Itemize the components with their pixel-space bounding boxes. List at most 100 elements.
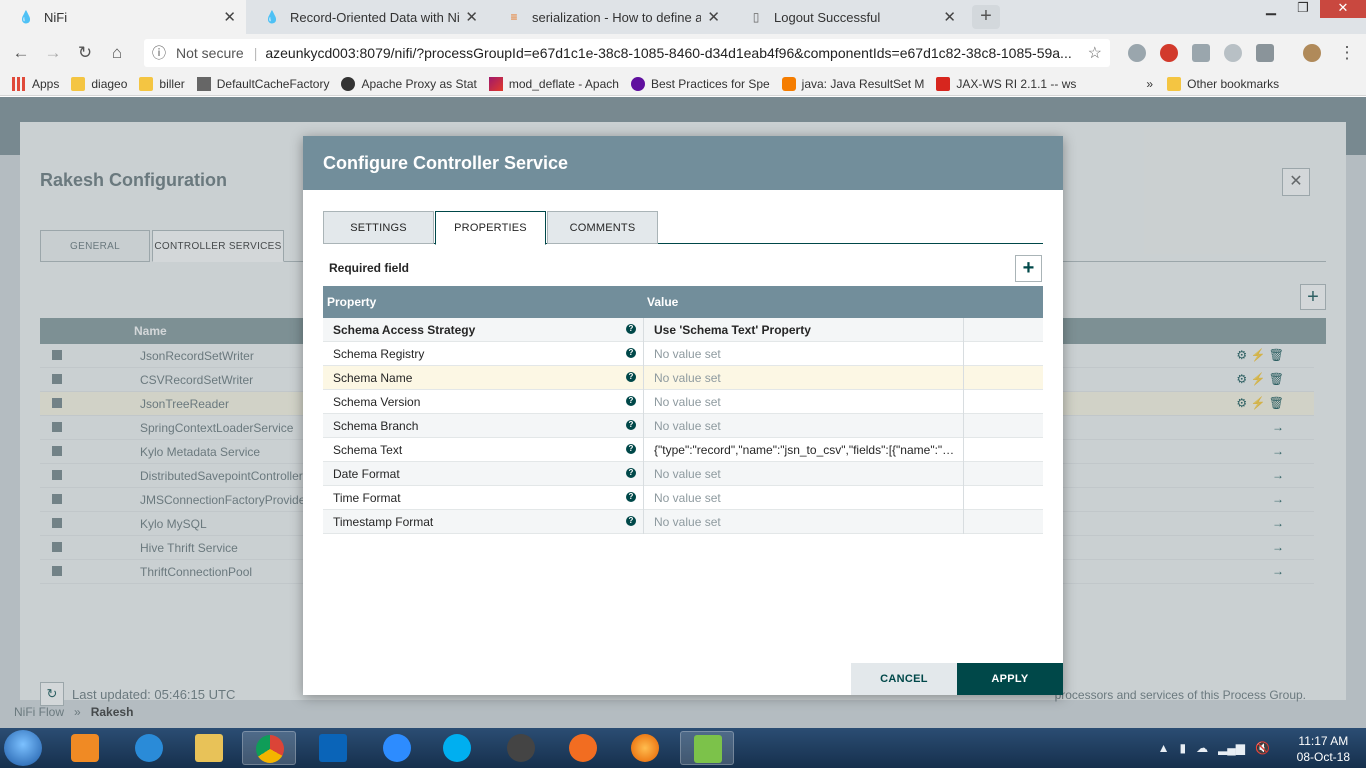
cancel-button[interactable]: CANCEL [851,663,957,695]
tab-comments[interactable]: COMMENTS [547,211,658,244]
system-clock[interactable]: 11:17 AM 08-Oct-18 [1297,733,1350,765]
file-explorer-icon[interactable] [182,731,236,765]
url-text[interactable]: azeunkycd003:8079/nifi/?processGroupId=e… [265,45,1087,61]
new-tab-button[interactable]: + [972,5,1000,29]
extension-icon[interactable] [1224,44,1242,62]
windows-start-icon[interactable] [4,730,42,766]
home-icon[interactable]: ⌂ [106,42,128,64]
other-bookmarks[interactable]: Other bookmarks [1167,76,1279,91]
property-value[interactable]: No value set [654,467,959,481]
firefox-icon[interactable] [618,731,672,765]
property-row-schema-access-strategy[interactable]: Schema Access Strategy ? Use 'Schema Tex… [323,318,1043,342]
restore-icon[interactable]: ❐ [1288,0,1318,18]
property-row-date-format[interactable]: Date Format ? No value set [323,462,1043,486]
back-arrow-icon[interactable]: ← [10,42,32,64]
chrome-icon[interactable] [242,731,296,765]
help-icon[interactable]: ? [626,372,636,382]
tab-properties[interactable]: PROPERTIES [435,211,546,245]
property-row-schema-text[interactable]: Schema Text ? {"type":"record","name":"j… [323,438,1043,462]
bookmark-apache-proxy[interactable]: Apache Proxy as Stat [341,76,477,91]
browser-tab-nifi[interactable]: 💧 NiFi ✕ [0,0,246,34]
close-tab-icon[interactable]: ✕ [223,8,236,26]
bookmark-defaultcachefactory[interactable]: DefaultCacheFactory [196,76,329,91]
bookmark-apps[interactable]: Apps [12,76,59,91]
apply-button[interactable]: APPLY [957,663,1063,695]
draw-app-icon[interactable] [556,731,610,765]
browser-tab-logout[interactable]: ▯ Logout Successful ✕ [730,0,966,34]
bookmarks-overflow[interactable]: » [1146,77,1153,91]
video-call-icon[interactable] [370,731,424,765]
help-icon[interactable]: ? [626,468,636,478]
property-value[interactable]: No value set [654,347,959,361]
browser-tab-serialization[interactable]: ≡ serialization - How to define avro ✕ [488,0,730,34]
browser-tab-record-oriented[interactable]: 💧 Record-Oriented Data with NiFi ✕ [246,0,488,34]
help-icon[interactable]: ? [626,324,636,334]
property-row-schema-version[interactable]: Schema Version ? No value set [323,390,1043,414]
battery-icon[interactable]: ▮ [1179,741,1186,755]
nifi-icon: 💧 [18,10,34,24]
property-row-time-format[interactable]: Time Format ? No value set [323,486,1043,510]
close-tab-icon[interactable]: ✕ [943,8,956,26]
close-tab-icon[interactable]: ✕ [465,8,478,26]
property-row-schema-registry[interactable]: Schema Registry ? No value set [323,342,1043,366]
cloud-icon[interactable]: ☁ [1196,741,1208,755]
property-value[interactable]: Use 'Schema Text' Property [654,323,959,337]
outlook-icon[interactable] [306,731,360,765]
skype-icon[interactable] [430,731,484,765]
internet-explorer-icon[interactable] [122,731,176,765]
property-name: Schema Version [333,395,421,409]
property-value[interactable]: {"type":"record","name":"jsn_to_csv","fi… [654,443,959,457]
help-icon[interactable]: ? [626,492,636,502]
menu-kebab-icon[interactable]: ⋮ [1336,42,1358,64]
property-name: Schema Registry [333,347,425,361]
skype-extension-icon[interactable] [1128,44,1146,62]
bookmark-diageo[interactable]: diageo [71,76,127,91]
property-value[interactable]: No value set [654,395,959,409]
add-property-button[interactable]: + [1015,255,1042,282]
media-player-icon[interactable] [58,731,112,765]
apache-feather-icon [488,76,503,91]
reload-icon[interactable]: ↻ [74,42,96,64]
help-icon[interactable]: ? [626,348,636,358]
volume-muted-icon[interactable]: 🔇 [1255,741,1270,755]
help-icon[interactable]: ? [626,444,636,454]
close-tab-icon[interactable]: ✕ [707,8,720,26]
page-icon: ▯ [752,10,760,24]
camera-extension-icon[interactable] [1256,44,1274,62]
folder-icon [71,76,86,91]
help-icon[interactable]: ? [626,420,636,430]
bookmark-biller[interactable]: biller [139,76,185,91]
info-icon[interactable]: ⓘ [152,43,166,63]
minimize-icon[interactable]: ▁ [1256,0,1286,18]
bookmark-java-resultset[interactable]: java: Java ResultSet M [781,76,924,91]
show-hidden-icons-icon[interactable]: ▲ [1158,741,1170,755]
bookmark-mod-deflate[interactable]: mod_deflate - Apach [488,76,619,91]
property-value[interactable]: No value set [654,491,959,505]
help-icon[interactable]: ? [626,396,636,406]
divider [643,462,644,486]
bookmark-star-icon[interactable]: ☆ [1088,43,1102,63]
address-bar[interactable]: ⓘ Not secure | azeunkycd003:8079/nifi/?p… [144,39,1110,67]
help-icon[interactable]: ? [626,516,636,526]
bookmark-label: mod_deflate - Apach [508,76,619,91]
bookmark-best-practices[interactable]: Best Practices for Spe [630,76,770,91]
opera-extension-icon[interactable] [1160,44,1178,62]
extension-icon[interactable] [1192,44,1210,62]
property-row-schema-branch[interactable]: Schema Branch ? No value set [323,414,1043,438]
close-window-icon[interactable]: ✕ [1320,0,1366,18]
property-row-timestamp-format[interactable]: Timestamp Format ? No value set [323,510,1043,534]
network-signal-icon[interactable]: ▂▄▆ [1218,741,1245,755]
media-app-icon[interactable] [494,731,548,765]
bookmark-jax-ws[interactable]: JAX-WS RI 2.1.1 -- ws [936,76,1076,91]
chart-app-icon[interactable] [680,731,734,765]
profile-avatar[interactable] [1303,44,1321,62]
property-name: Time Format [333,491,401,505]
property-value[interactable]: No value set [654,419,959,433]
property-row-schema-name[interactable]: Schema Name ? No value set [323,366,1043,390]
property-value[interactable]: No value set [654,515,959,529]
bookmark-label: biller [159,76,185,91]
tab-settings[interactable]: SETTINGS [323,211,434,244]
forward-arrow-icon[interactable]: → [42,42,64,64]
property-value[interactable]: No value set [654,371,959,385]
divider [643,390,644,414]
